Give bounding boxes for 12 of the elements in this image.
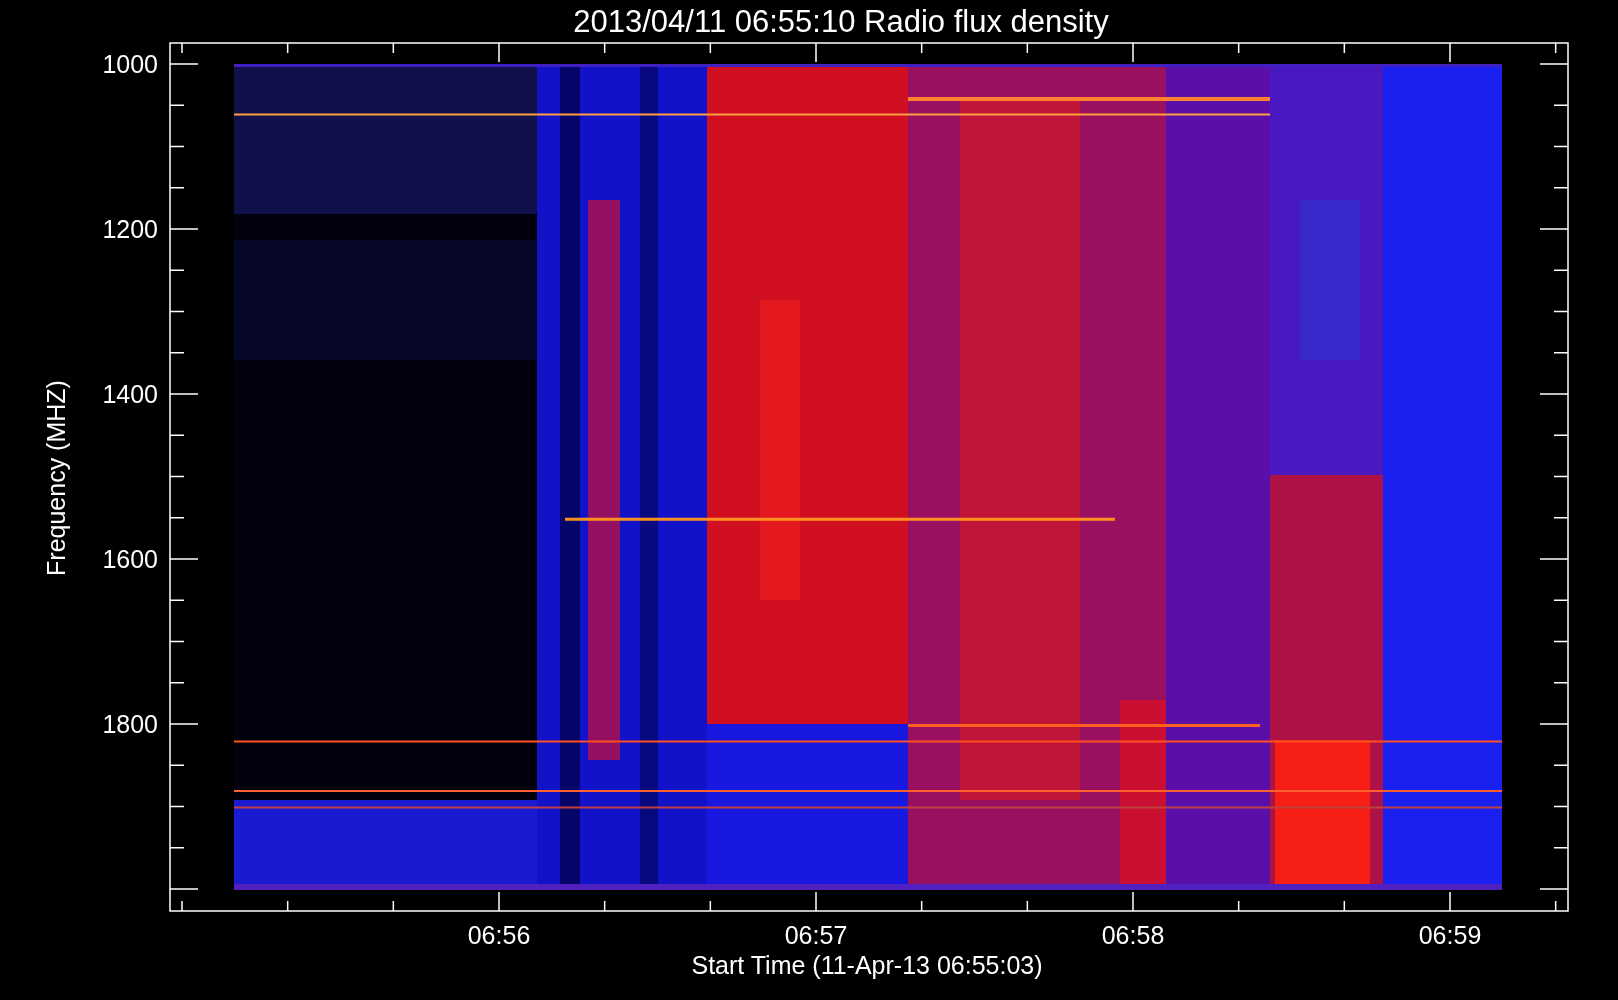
tick-label: 06:58 [1101,921,1165,949]
tick-label: 1000 [102,50,158,78]
tick-label: 1400 [102,380,158,408]
axis-title: Start Time (11-Apr-13 06:55:03) [691,951,1043,979]
tick-label: 1600 [102,545,158,573]
tick-label: 06:56 [467,921,531,949]
chart-title: 2013/04/11 06:55:10 Radio flux density [573,4,1109,39]
tick-label: 1200 [102,215,158,243]
tick-label: 06:57 [784,921,848,949]
tick-label: 06:59 [1418,921,1482,949]
axis-title: Frequency (MHZ) [42,380,70,576]
tick-label: 1800 [102,710,158,738]
